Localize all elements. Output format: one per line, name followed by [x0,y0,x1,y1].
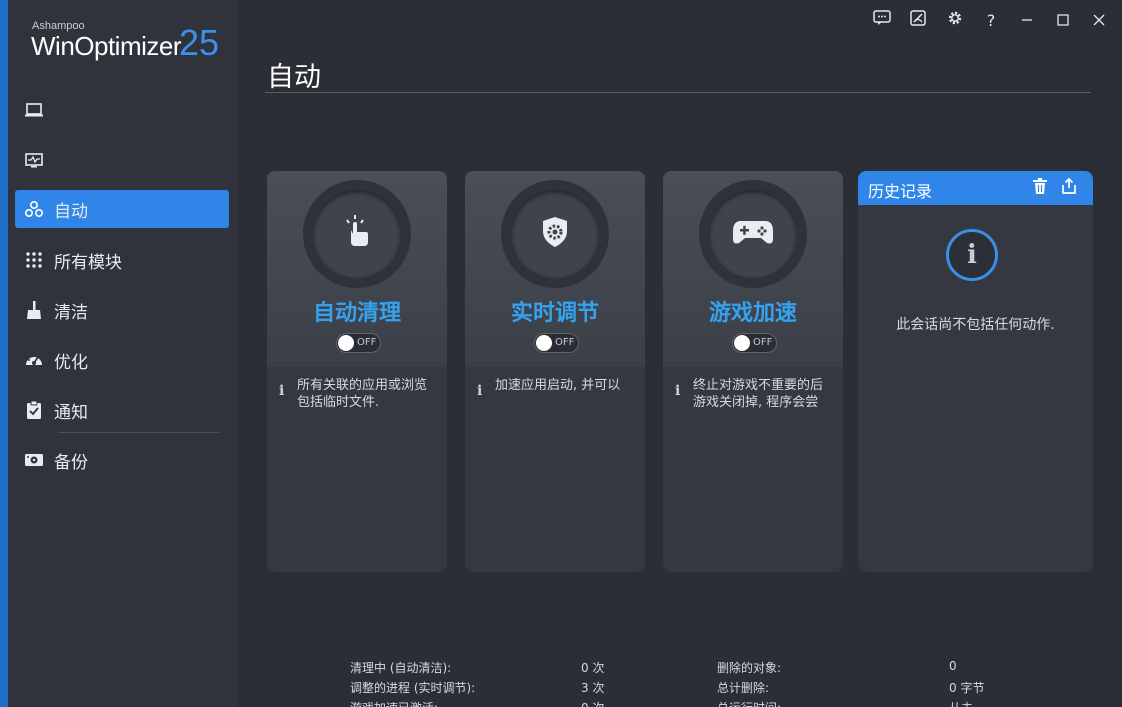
stat-value: 0 次 [581,661,605,675]
card-live-tuner: 实时调节 OFF i 加速应用启动, 并可以 [465,171,645,572]
info-icon: i [477,383,483,399]
history-header: 历史记录 [858,171,1093,205]
card-icon-ring [699,180,807,288]
sidebar-item-backup[interactable]: 备份 [15,441,229,479]
speedometer-icon [24,350,44,370]
card-description: 加速应用启动, 并可以 [495,378,621,393]
sidebar-item-all-modules[interactable]: 所有模块 [15,241,229,279]
settings-icon [947,10,963,30]
card-icon-ring [303,180,411,288]
brand-name: WinOptimizer [31,31,182,61]
sidebar-item-overview[interactable] [15,91,229,129]
card-description: 终止对游戏不重要的后 游戏关闭掉, 程序会尝 [693,378,824,410]
monitor-pulse-icon [24,150,44,170]
maximize-button[interactable] [1051,8,1075,32]
close-icon [1093,11,1105,30]
main-panel: ? 自动 自动清理 OFF i 所有关联的应用或浏览 包括临时文件. 实时调节 … [237,0,1122,707]
sidebar-item-label: 优化 [54,352,88,373]
close-button[interactable] [1087,8,1111,32]
maximize-icon [1057,11,1069,30]
settings-button[interactable] [943,8,967,32]
toggle-knob [536,335,552,351]
sidebar-item-label: 通知 [54,402,88,423]
card-title: 游戏加速 [708,301,797,326]
card-icon-ring [501,180,609,288]
skin-button[interactable] [906,8,930,32]
sidebar-item-label: 清洁 [54,302,88,323]
sidebar-item-label: 自动 [54,201,88,222]
stat-value: 0 [949,659,957,673]
info-icon: i [675,383,681,399]
feedback-icon [873,10,891,30]
history-title: 历史记录 [868,182,933,201]
info-icon: i [946,229,998,281]
toggle-knob [734,335,750,351]
sidebar-item-notifications[interactable]: 通知 [15,391,229,429]
toggle-state-label: OFF [753,337,773,348]
card-title: 实时调节 [510,301,599,326]
trash-icon [1032,177,1048,199]
toggle-state-label: OFF [555,337,575,348]
all-modules-icon [24,250,44,270]
help-icon: ? [986,10,996,30]
stat-value: 3 次 [581,681,605,695]
page-title: 自动 [267,62,321,93]
sidebar: Ashampoo WinOptimizer 25 自动 所有模块 清洁 优化 通… [8,0,237,707]
stat-value: 0 次 [581,699,604,707]
info-icon: i [279,383,285,399]
history-panel: 历史记录 i 此会话尚不包括任何动作. [858,171,1093,572]
toggle-knob [338,335,354,351]
statistics-panel: 清理中 (自动清洁): 0 次 调整的进程 (实时调节): 3 次 游戏加速已激… [237,656,1122,707]
title-divider [265,92,1091,93]
sidebar-item-optimize[interactable]: 优化 [15,341,229,379]
sidebar-item-clean[interactable]: 清洁 [15,291,229,329]
stat-label: 总运行时间: [717,699,781,707]
history-delete-button[interactable] [1030,178,1050,198]
window-accent-strip [0,0,8,707]
stat-value: 0 字节 [949,681,985,695]
share-export-icon [1061,177,1077,199]
hand-tap-icon [337,212,377,256]
live-tuner-toggle[interactable]: OFF [534,333,579,353]
stat-label: 清理中 (自动清洁): [350,661,452,675]
card-auto-clean: 自动清理 OFF i 所有关联的应用或浏览 包括临时文件. [267,171,447,572]
history-empty-message: 此会话尚不包括任何动作. [896,317,1055,333]
sidebar-divider [59,432,219,433]
backup-drive-icon [24,450,44,470]
minimize-button[interactable] [1015,8,1039,32]
sidebar-item-automatic[interactable]: 自动 [15,190,229,228]
gamepad-icon [731,217,775,251]
card-game-booster: 游戏加速 OFF i 终止对游戏不重要的后 游戏关闭掉, 程序会尝 [663,171,843,572]
automatic-icon [24,199,44,219]
stat-label: 删除的对象: [717,661,782,675]
stat-label: 总计删除: [717,681,770,695]
skin-icon [910,10,926,30]
broom-icon [24,300,44,320]
card-description: 所有关联的应用或浏览 包括临时文件. [297,378,428,410]
sidebar-item-label: 备份 [54,452,88,473]
sidebar-item-label: 所有模块 [54,252,122,273]
auto-clean-toggle[interactable]: OFF [336,333,381,353]
brand-version: 25 [179,22,220,63]
card-title: 自动清理 [312,301,401,326]
stat-value: 从未 [949,699,973,707]
stat-label: 调整的进程 (实时调节): [350,681,476,695]
laptop-icon [24,100,44,120]
stat-label: 游戏加速已激活: [350,699,438,707]
help-button[interactable]: ? [979,8,1003,32]
history-export-button[interactable] [1059,177,1079,199]
feedback-button[interactable] [870,8,894,32]
sidebar-item-monitor[interactable] [15,141,229,179]
clipboard-icon [24,400,44,420]
toggle-state-label: OFF [357,337,377,348]
game-booster-toggle[interactable]: OFF [732,333,777,353]
shield-gear-icon [537,214,573,254]
minimize-icon [1021,11,1033,30]
